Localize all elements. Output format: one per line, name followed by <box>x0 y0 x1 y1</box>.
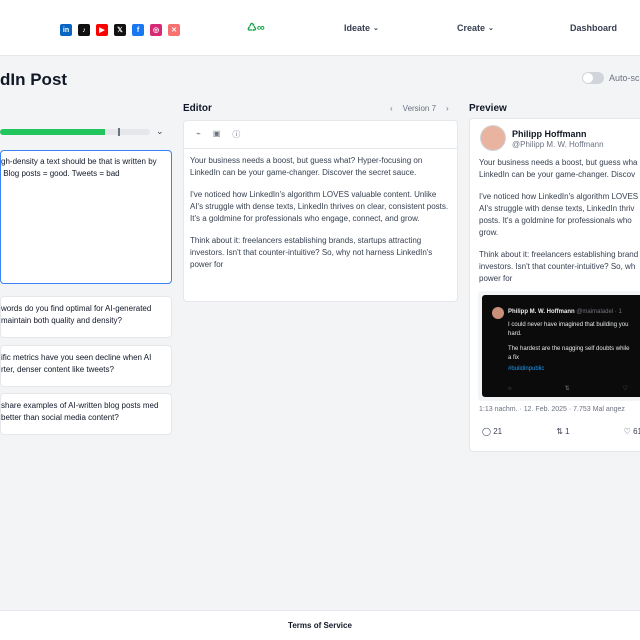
youtube-icon[interactable]: ▶ <box>96 24 108 36</box>
info-icon[interactable]: ⓘ <box>232 129 240 140</box>
nav-create[interactable]: Create ⌄ <box>457 23 494 33</box>
progress-fill <box>0 129 105 135</box>
tiktok-icon[interactable]: ♪ <box>78 24 90 36</box>
preview-line: investors. Isn't that counter-intuitive?… <box>479 262 636 271</box>
preview-line: LinkedIn can be your game-changer. Disco… <box>479 170 636 179</box>
facebook-icon[interactable]: f <box>132 24 144 36</box>
tweet-screenshot: Philipp M. W. Hoffmann @maimaladel · 1 I… <box>482 295 640 397</box>
auto-schedule-toggle[interactable]: Auto-sch <box>582 72 640 84</box>
page-title: dIn Post <box>0 70 68 89</box>
tweet-author-name: Philipp M. W. Hoffmann <box>508 309 575 315</box>
comments-button[interactable]: ◯ 21 <box>482 427 502 436</box>
likes-button[interactable]: ♡ 61 <box>624 427 640 436</box>
like-icon: ♡ <box>622 386 628 392</box>
tweet-author: Philipp M. W. Hoffmann @maimaladel · 1 <box>508 308 622 317</box>
preview-paragraph: Think about it: freelancers establishing… <box>479 249 640 285</box>
preview-line: Your business needs a boost, but guess w… <box>479 158 638 167</box>
version-next-button[interactable]: › <box>446 104 449 113</box>
suggested-question[interactable]: ific metrics have you seen decline when … <box>0 345 172 387</box>
prompt-textarea[interactable]: gh-density a text should be that is writ… <box>0 150 172 284</box>
nav-create-label: Create <box>457 23 486 33</box>
footer: Terms of Service <box>0 610 640 640</box>
editor-textarea[interactable]: Your business needs a boost, but guess w… <box>184 149 457 287</box>
auto-schedule-label: Auto-sch <box>609 73 640 83</box>
preview-line: AI's struggle with dense texts, LinkedIn… <box>479 204 635 213</box>
tweet-hashtag: #buildinpublic <box>508 366 545 372</box>
progress-indicator[interactable]: ⌄ <box>0 120 172 144</box>
post-timestamp: 1:13 nachm. · 12. Feb. 2025 · 7.753 Mal … <box>479 406 625 413</box>
repost-icon: ⇅ <box>556 427 566 436</box>
editor-paragraph: I've noticed how LinkedIn's algorithm LO… <box>190 190 449 223</box>
version-switcher: ‹ Version 7 › <box>390 104 449 113</box>
chevron-down-icon: ⌄ <box>488 25 494 32</box>
preview-paragraph: Your business needs a boost, but guess w… <box>479 157 640 181</box>
preview-line: posts. It's a goldmine for professionals… <box>479 216 632 225</box>
comments-count: 21 <box>493 427 503 436</box>
preview-line: grow. <box>479 228 499 237</box>
version-label: Version 7 <box>402 104 437 113</box>
terms-of-service-link[interactable]: Terms of Service <box>0 621 640 630</box>
suggested-question[interactable]: words do you find optimal for AI-generat… <box>0 296 172 338</box>
x-icon[interactable]: 𝕏 <box>114 24 126 36</box>
author-handle: @Philipp M. W. Hoffmann <box>512 140 604 149</box>
author-name: Philipp Hoffmann <box>512 129 587 139</box>
nav-ideate-label: Ideate <box>344 23 371 33</box>
editor-title: Editor <box>183 103 212 114</box>
app-logo[interactable]: ♺∞ <box>247 21 265 34</box>
editor-paragraph: Your business needs a boost, but guess w… <box>190 156 423 177</box>
reposts-button[interactable]: ⇅ 1 <box>556 427 569 436</box>
chevron-down-icon: ⌄ <box>373 25 379 32</box>
toggle-switch[interactable] <box>582 72 604 84</box>
tweet-text: The hardest are the nagging self doubts … <box>508 346 630 361</box>
preview-line: I've noticed how LinkedIn's algorithm LO… <box>479 192 639 201</box>
tweet-actions: ○ ⇅ ♡ <box>508 385 628 394</box>
linkedin-icon[interactable]: in <box>60 24 72 36</box>
rss-icon[interactable]: ⌁ <box>196 129 201 140</box>
tweet-handle: @maimaladel · 1 <box>576 309 622 315</box>
likes-count: 61 <box>633 427 640 436</box>
editor-panel: ⌁ ▣ ⓘ Your business needs a boost, but g… <box>183 120 458 302</box>
version-prev-button[interactable]: ‹ <box>390 104 393 113</box>
embedded-tweet: Philipp M. W. Hoffmann @maimaladel · 1 I… <box>478 291 640 401</box>
preview-paragraph: I've noticed how LinkedIn's algorithm LO… <box>479 191 640 239</box>
nav-dashboard[interactable]: Dashboard <box>570 23 617 33</box>
heart-icon: ♡ <box>623 427 634 436</box>
chevron-down-icon[interactable]: ⌄ <box>156 126 164 137</box>
post-actions: ◯ 21 ⇅ 1 ♡ 61 <box>482 427 640 436</box>
linkedin-post-preview: Philipp Hoffmann @Philipp M. W. Hoffmann… <box>469 118 640 452</box>
social-platform-icons: in ♪ ▶ 𝕏f ◎ ✕ <box>60 24 180 36</box>
suggested-question[interactable]: share examples of AI-written blog posts … <box>0 393 172 435</box>
editor-paragraph: Think about it: freelancers establishing… <box>190 236 433 269</box>
preview-line: power for <box>479 274 513 283</box>
reposts-count: 1 <box>565 427 570 436</box>
bluesky-icon[interactable]: ✕ <box>168 24 180 36</box>
progress-marker <box>118 128 120 136</box>
avatar <box>480 125 506 151</box>
comment-icon: ○ <box>508 386 512 392</box>
editor-toolbar: ⌁ ▣ ⓘ <box>184 121 457 149</box>
comment-icon: ◯ <box>482 427 494 436</box>
preview-line: Think about it: freelancers establishing… <box>479 250 639 259</box>
image-icon[interactable]: ▣ <box>213 129 221 140</box>
preview-body: Your business needs a boost, but guess w… <box>479 157 640 295</box>
nav-ideate[interactable]: Ideate ⌄ <box>344 23 379 33</box>
repost-icon: ⇅ <box>564 386 570 392</box>
top-navigation: in ♪ ▶ 𝕏f ◎ ✕ ♺∞ Ideate ⌄ Create ⌄ Dashboard <box>0 0 640 56</box>
instagram-icon[interactable]: ◎ <box>150 24 162 36</box>
tweet-avatar <box>492 307 504 319</box>
nav-dashboard-label: Dashboard <box>570 23 618 33</box>
progress-track <box>0 129 150 135</box>
tweet-text: I could never have imagined that buildin… <box>508 322 629 337</box>
preview-title: Preview <box>469 103 507 114</box>
